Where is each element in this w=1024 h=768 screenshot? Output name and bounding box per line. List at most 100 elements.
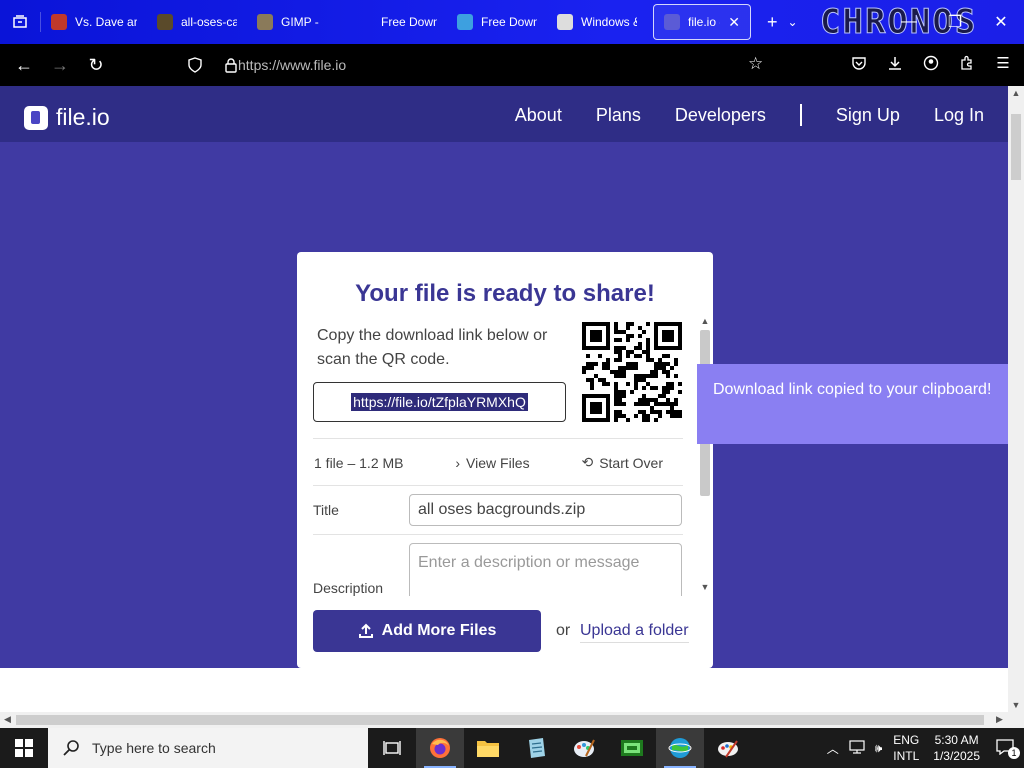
- extensions-icon[interactable]: [956, 52, 978, 74]
- tab-favicon-icon: [557, 14, 573, 30]
- download-link-field[interactable]: https://file.io/tZfplaYRMXhQ: [313, 382, 566, 422]
- scroll-left-icon[interactable]: ◀: [4, 714, 11, 725]
- add-more-files-label: Add More Files: [381, 622, 497, 639]
- scroll-right-icon[interactable]: ▶: [996, 714, 1003, 725]
- nav-log-in[interactable]: Log In: [934, 105, 984, 126]
- browser-tab[interactable]: all-oses-ca: [147, 4, 247, 40]
- tab-favicon-icon: [357, 14, 373, 30]
- tab-list-icon[interactable]: [0, 0, 40, 44]
- logo-text: file.io: [56, 104, 110, 130]
- taskbar-search[interactable]: Type here to search: [48, 728, 368, 768]
- back-icon[interactable]: ←: [6, 47, 42, 83]
- nav-developers[interactable]: Developers: [675, 105, 766, 126]
- view-files-label: View Files: [466, 454, 530, 471]
- volume-icon[interactable]: 🕪: [870, 741, 888, 756]
- nav-bar: ← → ↻ https://www.file.io ☆ ☰: [0, 44, 1024, 86]
- page-hscroll-thumb[interactable]: [16, 715, 984, 725]
- title-input[interactable]: all oses bacgrounds.zip: [409, 494, 682, 526]
- download-icon[interactable]: [884, 52, 906, 74]
- notifications-icon[interactable]: 1: [988, 738, 1024, 759]
- language-bottom: INTL: [893, 749, 920, 763]
- browser-tab[interactable]: Windows &: [547, 4, 647, 40]
- notification-badge: 1: [1008, 746, 1020, 759]
- browser-tab[interactable]: file.io - \ ✕: [653, 4, 751, 40]
- search-icon: [63, 740, 79, 756]
- site-logo[interactable]: file.io: [24, 104, 110, 131]
- url-bar[interactable]: https://www.file.io: [238, 57, 346, 73]
- close-window-icon[interactable]: ✕: [978, 0, 1024, 44]
- scroll-up-icon[interactable]: ▲: [1008, 88, 1024, 98]
- file-explorer-icon[interactable]: [464, 728, 512, 768]
- refresh-icon: ⟲: [581, 454, 594, 470]
- scroll-down-icon[interactable]: ▼: [1008, 700, 1024, 710]
- browser-tab[interactable]: Free Down: [447, 4, 547, 40]
- tab-label: Vs. Dave ar: [75, 15, 137, 29]
- system-tray: ︿ 🕪 ENG INTL 5:30 AM 1/3/2025 1: [822, 728, 1024, 768]
- browser-tab[interactable]: GIMP -: [247, 4, 347, 40]
- page-horizontal-scrollbar[interactable]: ◀ ▶: [0, 712, 1024, 728]
- forward-icon[interactable]: →: [42, 47, 78, 83]
- nav-plans[interactable]: Plans: [596, 105, 641, 126]
- taskbar: Type here to search ︿ 🕪 ENG INTL 5:30 AM…: [0, 728, 1024, 768]
- restore-icon[interactable]: ❐: [932, 0, 978, 44]
- nav-divider: [799, 104, 802, 126]
- view-files-link[interactable]: › View Files: [455, 454, 529, 471]
- globe-app-icon[interactable]: [656, 728, 704, 768]
- divider: [313, 534, 683, 535]
- toolbar-icons: ☰: [848, 52, 1014, 74]
- account-icon[interactable]: [920, 52, 942, 74]
- bookmark-star-icon[interactable]: ☆: [748, 54, 763, 74]
- file-meta-row: 1 file – 1.2 MB › View Files ⟲ Start Ove…: [313, 454, 683, 471]
- pocket-icon[interactable]: [848, 52, 870, 74]
- clock[interactable]: 5:30 AM 1/3/2025: [925, 732, 988, 764]
- tab-favicon-icon: [257, 14, 273, 30]
- shield-icon[interactable]: [184, 54, 206, 76]
- green-app-icon[interactable]: [608, 728, 656, 768]
- page-vertical-scrollbar[interactable]: ▲ ▼: [1008, 86, 1024, 712]
- network-icon[interactable]: [844, 739, 870, 757]
- add-more-files-button[interactable]: Add More Files: [313, 610, 541, 652]
- tab-dropdown-icon[interactable]: ⌄: [784, 4, 802, 40]
- download-link-text[interactable]: https://file.io/tZfplaYRMXhQ: [351, 393, 528, 411]
- tab-label: Windows &: [581, 15, 637, 29]
- qr-code: [582, 322, 682, 422]
- webpage: file.io About Plans Developers Sign Up L…: [0, 86, 1008, 712]
- clock-date: 1/3/2025: [933, 749, 980, 763]
- scroll-down-icon[interactable]: ▼: [697, 582, 713, 594]
- card-scrollbar[interactable]: ▲ ▼: [697, 316, 713, 594]
- firefox-taskbar-icon[interactable]: [416, 728, 464, 768]
- upload-folder-link[interactable]: Upload a folder: [580, 622, 689, 643]
- language-indicator[interactable]: ENG INTL: [887, 732, 925, 764]
- tab-close-icon[interactable]: ✕: [728, 14, 740, 31]
- reload-icon[interactable]: ↻: [78, 47, 114, 83]
- tab-favicon-icon: [664, 14, 680, 30]
- tab-favicon-icon: [157, 14, 173, 30]
- share-card: Your file is ready to share! Copy the do…: [297, 252, 713, 668]
- clock-time: 5:30 AM: [934, 733, 979, 747]
- tray-chevron-up-icon[interactable]: ︿: [822, 740, 844, 757]
- page-scroll-thumb[interactable]: [1011, 114, 1021, 180]
- new-tab-icon[interactable]: +: [761, 4, 784, 40]
- paint-palette-icon[interactable]: [704, 728, 752, 768]
- copied-toast: Download link copied to your clipboard!: [697, 364, 1008, 444]
- task-view-icon[interactable]: [368, 728, 416, 768]
- tab-favicon-icon: [51, 14, 67, 30]
- notepad-icon[interactable]: [512, 728, 560, 768]
- divider: [313, 438, 683, 439]
- instruction-text: Copy the download link below or scan the…: [317, 327, 548, 368]
- nav-sign-up[interactable]: Sign Up: [836, 105, 900, 126]
- minimize-icon[interactable]: —: [886, 0, 932, 44]
- browser-tab[interactable]: Vs. Dave ar: [41, 4, 147, 40]
- start-over-label: Start Over: [599, 454, 663, 471]
- search-placeholder: Type here to search: [92, 740, 216, 756]
- description-input[interactable]: Enter a description or message: [409, 543, 682, 596]
- start-over-link[interactable]: ⟲ Start Over: [581, 454, 663, 471]
- nav-about[interactable]: About: [515, 105, 562, 126]
- url-security-icons: [184, 54, 242, 76]
- tab-favicon-icon: [457, 14, 473, 30]
- menu-icon[interactable]: ☰: [992, 52, 1014, 74]
- paint-icon[interactable]: [560, 728, 608, 768]
- windows-start-icon[interactable]: [0, 728, 48, 768]
- browser-tab[interactable]: Free Down: [347, 4, 447, 40]
- scroll-up-icon[interactable]: ▲: [697, 316, 713, 328]
